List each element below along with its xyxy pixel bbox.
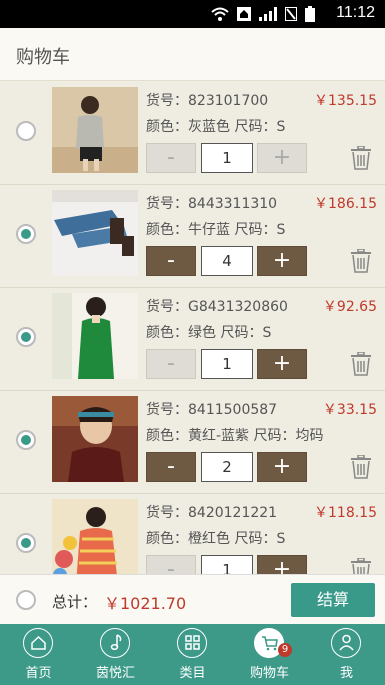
tab-label: 首页 — [25, 666, 52, 681]
select-radio[interactable] — [16, 430, 36, 450]
checkout-bar: 总计： ￥1021.70 结算 — [0, 574, 385, 625]
page-title: 购物车 — [16, 47, 70, 68]
quantity-plus-button[interactable]: + — [257, 452, 307, 482]
product-code: 货号：823101700 — [146, 93, 269, 109]
tab-label: 我 — [339, 666, 353, 681]
trash-icon[interactable] — [350, 352, 372, 376]
quantity-minus-button[interactable]: - — [146, 143, 196, 173]
trash-icon[interactable] — [350, 455, 372, 479]
product-code: 货号：8443311310 — [146, 196, 278, 212]
product-price: ￥186.15 — [314, 196, 377, 212]
cart-item: 货号：8420121221 颜色：橙红色 尺码：S ￥118.15 - 1 + — [0, 494, 385, 574]
select-radio[interactable] — [16, 121, 36, 141]
quantity-minus-button[interactable]: - — [146, 246, 196, 276]
wifi-icon — [211, 7, 229, 21]
quantity-field[interactable]: 2 — [201, 452, 253, 482]
home-icon — [23, 628, 53, 658]
quantity-minus-button[interactable]: - — [146, 349, 196, 379]
trash-icon[interactable] — [350, 146, 372, 170]
no-sim-icon — [285, 7, 297, 21]
tab-yinyuehui[interactable]: 茵悦汇 — [77, 624, 154, 685]
total-value: ￥1021.70 — [104, 594, 187, 613]
home-notification-icon — [237, 7, 251, 21]
quantity-minus-button[interactable]: - — [146, 452, 196, 482]
quantity-field[interactable]: 1 — [201, 555, 253, 574]
quantity-field[interactable]: 1 — [201, 349, 253, 379]
product-image[interactable] — [52, 293, 138, 379]
quantity-plus-button[interactable]: + — [257, 246, 307, 276]
page-header: 购物车 — [0, 28, 385, 81]
trash-icon[interactable] — [350, 249, 372, 273]
select-radio[interactable] — [16, 224, 36, 244]
total-label: 总计： — [52, 593, 98, 611]
product-price: ￥135.15 — [314, 93, 377, 109]
cart-item: 货号：8443311310 颜色：牛仔蓝 尺码：S ￥186.15 - 4 + — [0, 185, 385, 288]
grid-icon — [177, 628, 207, 658]
product-price: ￥33.15 — [322, 402, 377, 418]
tab-label: 茵悦汇 — [95, 666, 135, 681]
tab-home[interactable]: 首页 — [0, 624, 77, 685]
quantity-plus-button[interactable]: + — [257, 143, 307, 173]
quantity-minus-button[interactable]: - — [146, 555, 196, 574]
product-image[interactable] — [52, 190, 138, 276]
select-all-radio[interactable] — [16, 590, 36, 610]
checkout-button[interactable]: 结算 — [291, 583, 375, 617]
tab-label: 类目 — [179, 666, 206, 681]
product-image[interactable] — [52, 396, 138, 482]
product-color-size: 颜色：牛仔蓝 尺码：S — [146, 222, 286, 238]
product-image[interactable] — [52, 87, 138, 173]
tab-cart[interactable]: 9 购物车 — [231, 624, 308, 685]
tab-category[interactable]: 类目 — [154, 624, 231, 685]
product-code: 货号：8411500587 — [146, 402, 278, 418]
person-icon — [331, 628, 361, 658]
signal-icon — [259, 7, 277, 21]
status-icons — [211, 6, 315, 22]
product-color-size: 颜色：绿色 尺码：S — [146, 325, 272, 341]
bottom-tab-bar: 首页 茵悦汇 类目 9 购物车 我 — [0, 624, 385, 685]
cart-list[interactable]: 货号：823101700 颜色：灰蓝色 尺码：S ￥135.15 - 1 + 货… — [0, 82, 385, 574]
select-radio[interactable] — [16, 533, 36, 553]
status-time: 11:12 — [336, 4, 375, 21]
battery-icon — [305, 6, 315, 22]
select-radio[interactable] — [16, 327, 36, 347]
cart-item: 货号：G8431320860 颜色：绿色 尺码：S ￥92.65 - 1 + — [0, 288, 385, 391]
quantity-field[interactable]: 1 — [201, 143, 253, 173]
product-price: ￥118.15 — [314, 505, 377, 521]
product-color-size: 颜色：黄红-蓝紫 尺码：均码 — [146, 428, 324, 444]
tab-me[interactable]: 我 — [308, 624, 385, 685]
cart-count-badge: 9 — [278, 643, 292, 657]
product-image[interactable] — [52, 499, 138, 574]
quantity-field[interactable]: 4 — [201, 246, 253, 276]
status-bar: 11:12 — [0, 0, 385, 28]
product-color-size: 颜色：橙红色 尺码：S — [146, 531, 286, 547]
product-code: 货号：8420121221 — [146, 505, 278, 521]
cart-item: 货号：8411500587 颜色：黄红-蓝紫 尺码：均码 ￥33.15 - 2 … — [0, 391, 385, 494]
quantity-plus-button[interactable]: + — [257, 349, 307, 379]
cart-item: 货号：823101700 颜色：灰蓝色 尺码：S ￥135.15 - 1 + — [0, 82, 385, 185]
music-note-icon — [100, 628, 130, 658]
quantity-plus-button[interactable]: + — [257, 555, 307, 574]
trash-icon[interactable] — [350, 558, 372, 574]
product-price: ￥92.65 — [322, 299, 377, 315]
tab-label: 购物车 — [249, 666, 289, 681]
product-color-size: 颜色：灰蓝色 尺码：S — [146, 119, 286, 135]
product-code: 货号：G8431320860 — [146, 299, 288, 315]
